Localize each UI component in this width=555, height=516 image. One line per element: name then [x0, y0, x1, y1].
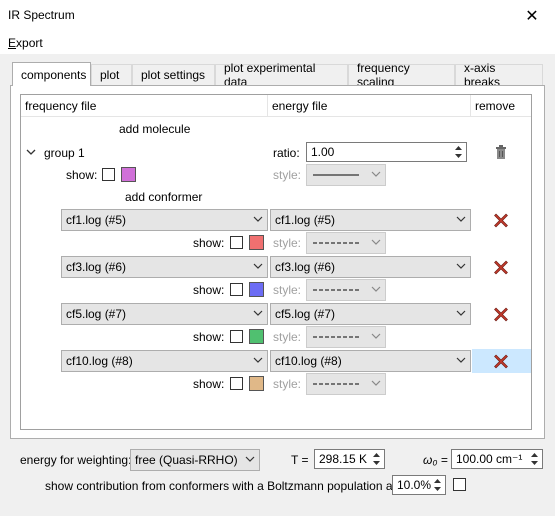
add-conformer-button[interactable]: add conformer — [125, 190, 202, 204]
conformer-show-checkbox[interactable] — [230, 330, 243, 343]
header-separator — [267, 95, 268, 117]
spin-arrows-icon[interactable] — [431, 477, 444, 493]
conformer-style-select[interactable] — [306, 373, 386, 395]
conformer-color-swatch[interactable] — [249, 282, 264, 297]
conformer-color-swatch[interactable] — [249, 376, 264, 391]
conformer-style-label: style: — [273, 377, 302, 391]
conformer-show-checkbox[interactable] — [230, 236, 243, 249]
tab-plot[interactable]: plot — [91, 64, 132, 85]
close-icon — [494, 213, 508, 228]
temperature-spinbox[interactable]: 298.15 K — [314, 449, 385, 469]
ratio-spinbox[interactable]: 1.00 — [306, 142, 467, 162]
chevron-down-icon — [253, 263, 263, 269]
conformer-show-label: show: — [193, 236, 225, 250]
conformer-show-label: show: — [193, 377, 225, 391]
chevron-down-icon — [371, 333, 381, 339]
frequency-file-select[interactable]: cf10.log (#8) — [61, 350, 268, 372]
frequency-file-select[interactable]: cf5.log (#7) — [61, 303, 268, 325]
chevron-down-icon — [253, 357, 263, 363]
tab-plot-settings[interactable]: plot settings — [132, 64, 215, 85]
chevron-down-icon — [371, 286, 381, 292]
remove-conformer-button[interactable] — [493, 353, 509, 372]
trash-icon[interactable] — [493, 144, 509, 163]
energy-file-select[interactable]: cf1.log (#5) — [270, 209, 471, 231]
conformer-style-select[interactable] — [306, 279, 386, 301]
omega-label: ω₀ = — [423, 453, 448, 467]
weighting-select[interactable]: free (Quasi-RRHO) — [130, 449, 260, 471]
energy-file-select[interactable]: cf10.log (#8) — [270, 350, 471, 372]
conformer-style-label: style: — [273, 236, 302, 250]
add-molecule-button[interactable]: add molecule — [119, 122, 190, 136]
chevron-down-icon — [371, 171, 381, 177]
menu-bar — [0, 32, 555, 54]
energy-file-select[interactable]: cf3.log (#6) — [270, 256, 471, 278]
conformer-color-swatch[interactable] — [249, 235, 264, 250]
ratio-label: ratio: — [273, 146, 300, 160]
conformer-style-label: style: — [273, 330, 302, 344]
tab-frequency-scaling[interactable]: frequency scaling — [348, 61, 455, 89]
group-label: group 1 — [44, 146, 85, 160]
spin-arrows-icon[interactable] — [528, 451, 541, 467]
omega-spinbox[interactable]: 100.00 cm⁻¹ — [451, 449, 543, 469]
conformer-show-label: show: — [193, 283, 225, 297]
group-style-label: style: — [273, 168, 302, 182]
conformer-style-label: style: — [273, 283, 302, 297]
boltzmann-label: show contribution from conformers with a… — [45, 479, 422, 493]
chevron-down-icon[interactable] — [26, 146, 36, 160]
group-show-label: show: — [66, 168, 98, 182]
frequency-file-select[interactable]: cf1.log (#5) — [61, 209, 268, 231]
conformer-style-select[interactable] — [306, 326, 386, 348]
close-icon — [494, 260, 508, 275]
chevron-down-icon — [253, 216, 263, 222]
conformer-color-swatch[interactable] — [249, 329, 264, 344]
header-separator — [470, 95, 471, 117]
chevron-down-icon — [371, 239, 381, 245]
close-icon — [494, 354, 508, 369]
header-energy-file: energy file — [272, 99, 328, 113]
header-frequency-file: frequency file — [25, 99, 97, 113]
remove-conformer-button[interactable] — [493, 259, 509, 278]
tab-x-axis-breaks[interactable]: x-axis breaks — [455, 61, 543, 89]
close-icon: ✕ — [525, 8, 539, 25]
close-button[interactable]: ✕ — [509, 0, 555, 32]
frequency-file-select[interactable]: cf3.log (#6) — [61, 256, 268, 278]
header-remove: remove — [475, 99, 516, 113]
chevron-down-icon — [456, 263, 466, 269]
remove-conformer-button[interactable] — [493, 212, 509, 231]
tab-plot-experimental-data[interactable]: plot experimental data — [215, 61, 348, 89]
conformer-show-checkbox[interactable] — [230, 283, 243, 296]
chevron-down-icon — [456, 310, 466, 316]
conformer-show-label: show: — [193, 330, 225, 344]
energy-file-select[interactable]: cf5.log (#7) — [270, 303, 471, 325]
title-bar — [0, 0, 555, 32]
group-style-select[interactable] — [306, 164, 386, 186]
conformer-style-select[interactable] — [306, 232, 386, 254]
conformer-show-checkbox[interactable] — [230, 377, 243, 390]
boltzmann-checkbox[interactable] — [453, 478, 466, 491]
menu-export[interactable]: Export — [8, 36, 43, 50]
weighting-label: energy for weighting: — [20, 453, 132, 467]
window-title: IR Spectrum — [8, 8, 75, 22]
remove-conformer-button[interactable] — [493, 306, 509, 325]
close-icon — [494, 307, 508, 322]
spin-arrows-icon[interactable] — [370, 451, 383, 467]
boltzmann-spinbox[interactable]: 10.0% — [392, 475, 446, 495]
chevron-down-icon — [253, 310, 263, 316]
chevron-down-icon — [456, 357, 466, 363]
group-color-swatch[interactable] — [121, 167, 136, 182]
group-show-checkbox[interactable] — [102, 168, 115, 181]
tab-components[interactable]: components — [12, 62, 91, 86]
chevron-down-icon — [456, 216, 466, 222]
chevron-down-icon — [371, 380, 381, 386]
chevron-down-icon — [245, 456, 255, 462]
spin-arrows-icon[interactable] — [452, 144, 465, 160]
temperature-label: T = — [291, 453, 309, 467]
